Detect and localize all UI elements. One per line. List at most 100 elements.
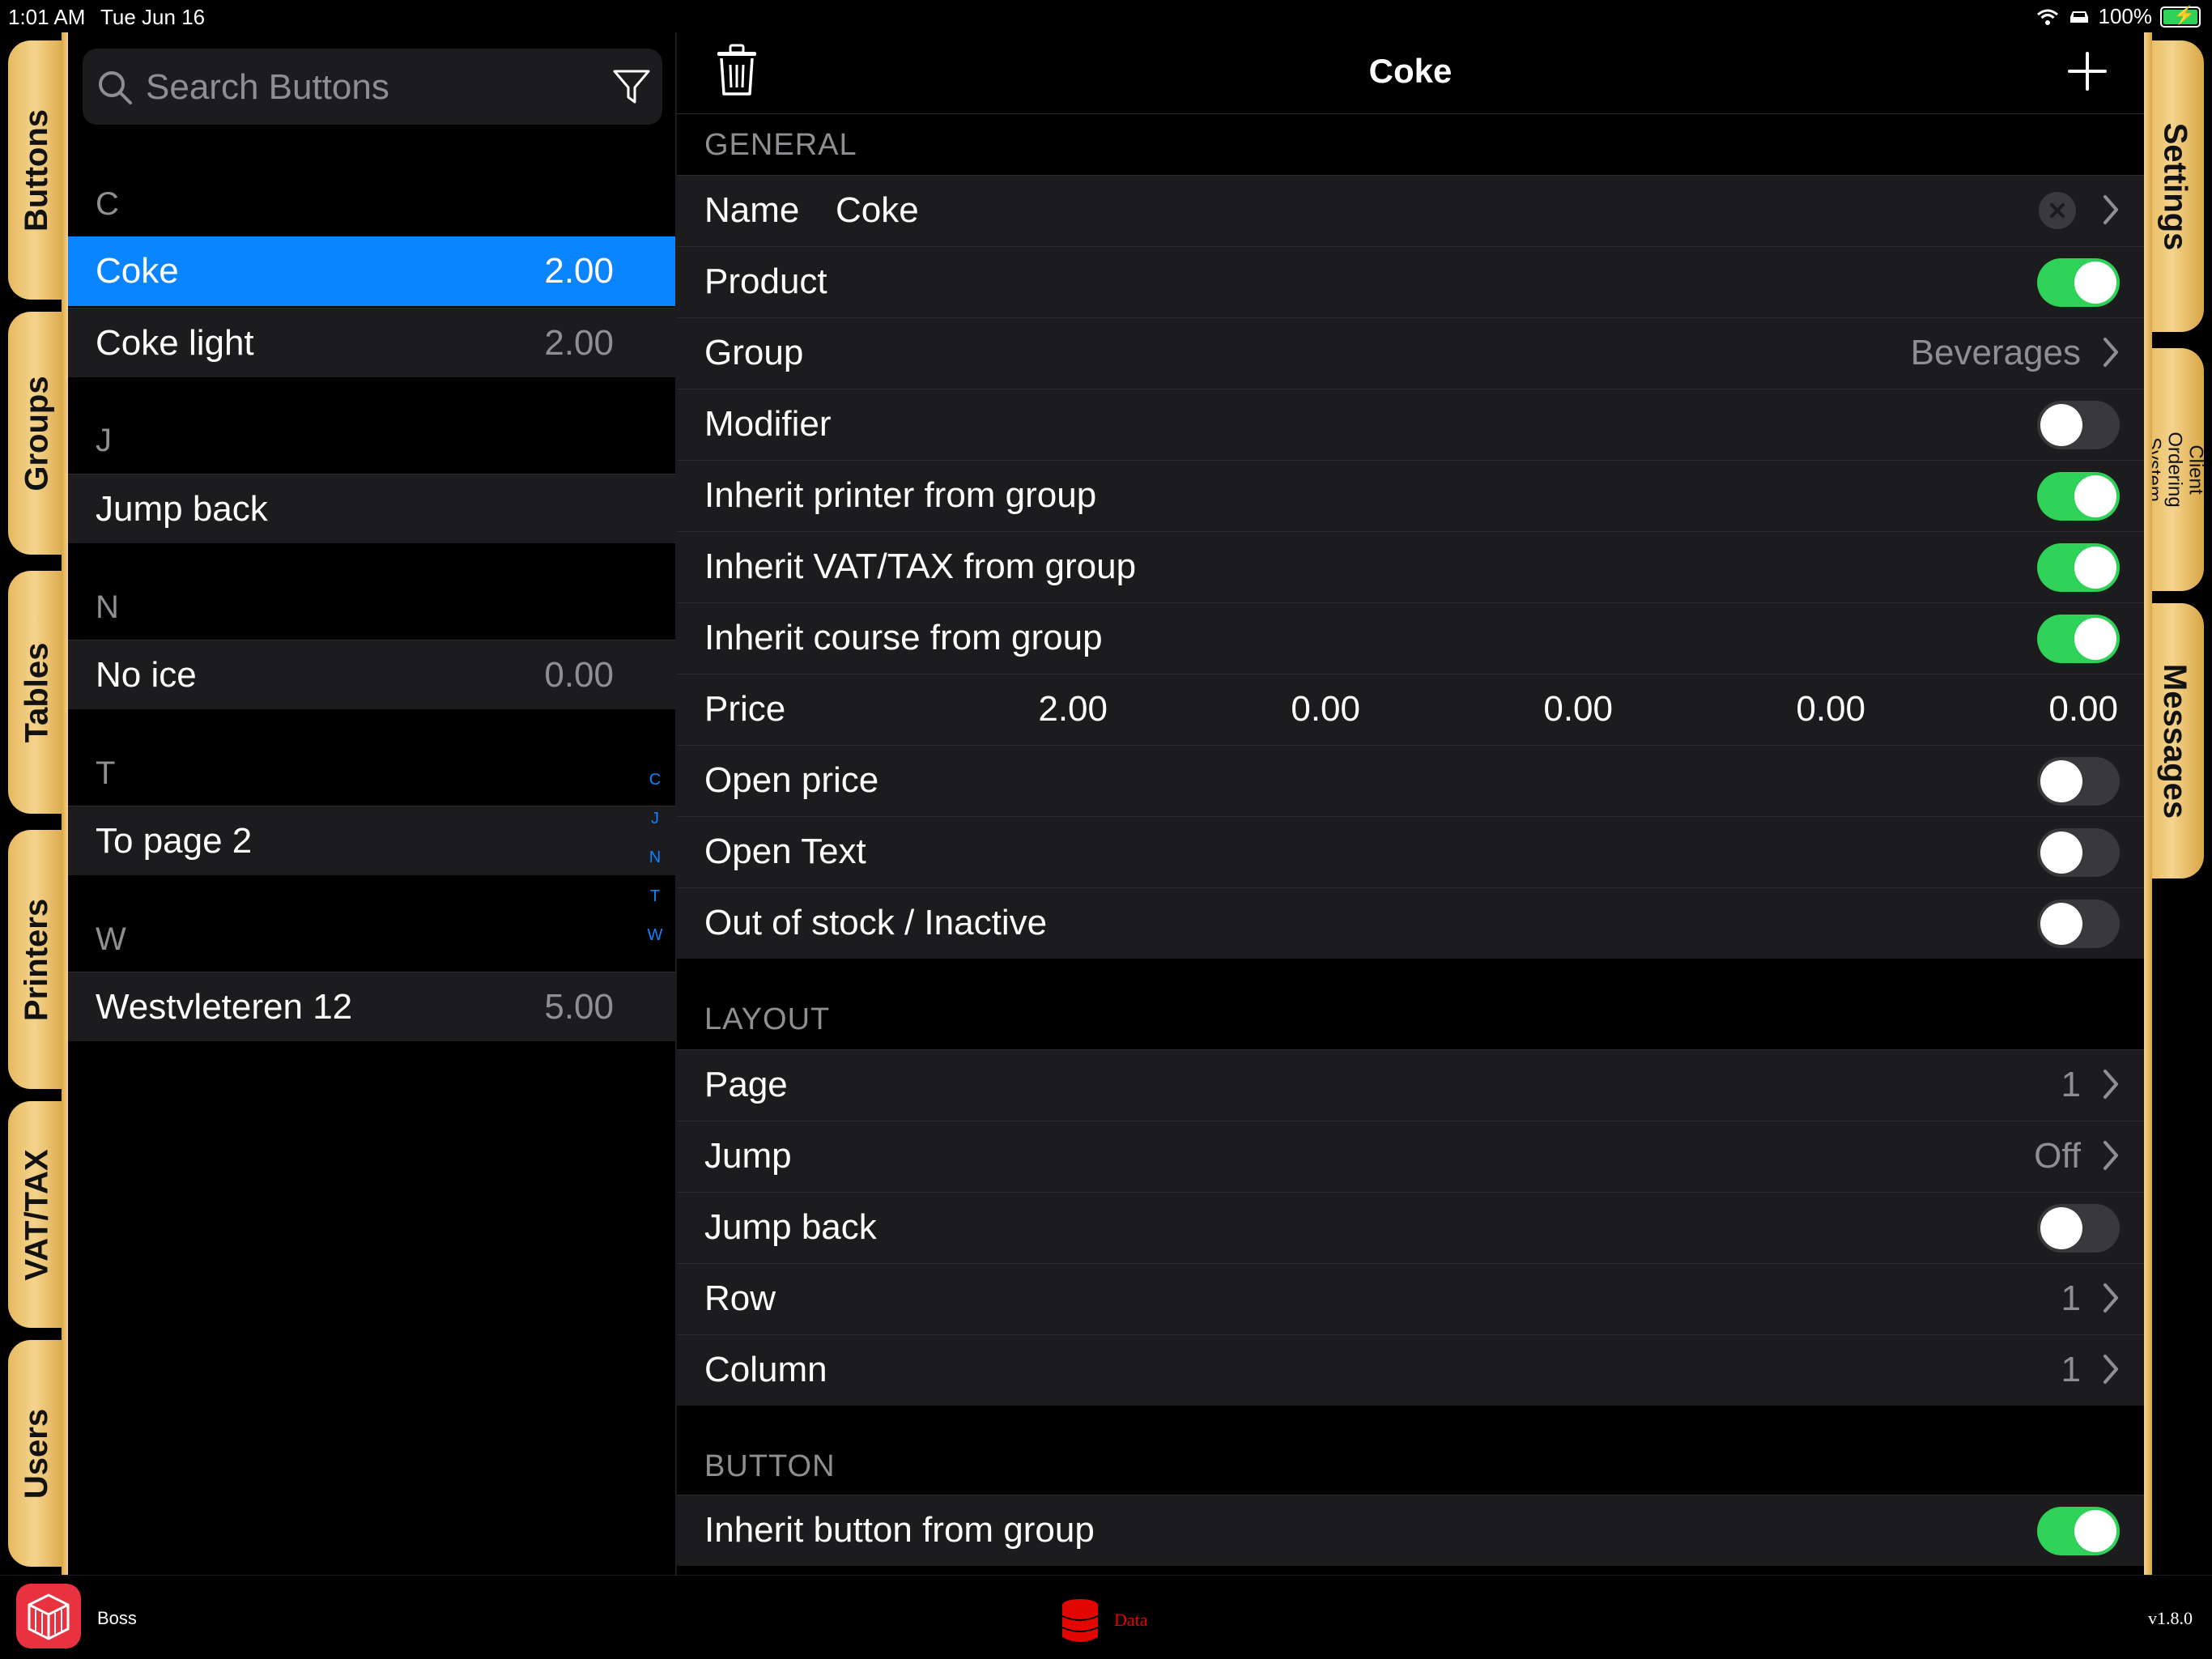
status-right: 100% ⚡ [2035, 4, 2201, 29]
list-item[interactable]: Coke 2.00 [68, 236, 675, 306]
page-label: Page [704, 1065, 788, 1104]
bottom-bar: Boss Data v1.8.0 [0, 1575, 2212, 1659]
out-of-stock-toggle[interactable] [2037, 900, 2120, 948]
jump-row[interactable]: Jump Off [677, 1121, 2144, 1192]
right-tab-edge [2144, 32, 2152, 1575]
index-letter-n[interactable]: N [643, 849, 667, 867]
column-value: 1 [2061, 1350, 2081, 1389]
inherit-button-label: Inherit button from group [704, 1510, 1095, 1550]
index-letter-t[interactable]: T [643, 887, 667, 906]
row-row[interactable]: Row 1 [677, 1263, 2144, 1334]
tab-messages[interactable]: Messages [2146, 603, 2204, 878]
list-item[interactable]: No ice 0.00 [68, 640, 675, 709]
page-row[interactable]: Page 1 [677, 1049, 2144, 1121]
button-list-panel: C Coke 2.00 Coke light 2.00 J Jump back … [68, 32, 675, 1575]
open-price-label: Open price [704, 760, 879, 800]
data-label[interactable]: Data [1114, 1610, 1148, 1631]
page-value: 1 [2061, 1065, 2081, 1104]
price-field-5[interactable]: 0.00 [1989, 689, 2118, 730]
price-field-4[interactable]: 0.00 [1736, 689, 1865, 730]
list-item-label: Coke [96, 251, 179, 291]
right-tab-bar: Settings Client Ordering System Messages [2143, 32, 2212, 1575]
tab-settings[interactable]: Settings [2146, 40, 2204, 332]
list-item-label: No ice [96, 655, 197, 695]
product-label: Product [704, 262, 827, 301]
tab-buttons[interactable]: Buttons [8, 40, 66, 300]
inherit-course-row: Inherit course from group [677, 602, 2144, 674]
section-header-general: GENERAL [704, 128, 857, 162]
inherit-printer-toggle[interactable] [2037, 472, 2120, 521]
tab-client-ordering-system[interactable]: Client Ordering System [2143, 348, 2207, 591]
open-price-toggle[interactable] [2037, 757, 2120, 806]
inherit-printer-row: Inherit printer from group [677, 460, 2144, 531]
price-field-3[interactable]: 0.00 [1483, 689, 1613, 730]
group-row[interactable]: Group Beverages [677, 317, 2144, 389]
jump-back-toggle[interactable] [2037, 1204, 2120, 1253]
column-row[interactable]: Column 1 [677, 1334, 2144, 1406]
jump-back-label: Jump back [704, 1207, 877, 1247]
list-item[interactable]: Westvleteren 12 5.00 [68, 972, 675, 1041]
inherit-button-row: Inherit button from group [677, 1495, 2144, 1566]
list-item-price: 0.00 [544, 655, 614, 695]
wifi-icon [2036, 9, 2058, 25]
list-item[interactable]: To page 2 [68, 806, 675, 875]
list-item-label: To page 2 [96, 821, 253, 861]
tab-tables[interactable]: Tables [8, 571, 66, 814]
section-header-c: C [96, 186, 119, 222]
database-icon[interactable] [1061, 1598, 1100, 1644]
modifier-toggle[interactable] [2037, 401, 2120, 449]
list-item[interactable]: Jump back [68, 474, 675, 543]
filter-icon[interactable] [610, 66, 653, 108]
list-item-label: Jump back [96, 489, 268, 529]
name-value[interactable]: Coke [836, 190, 919, 231]
product-row: Product [677, 246, 2144, 317]
out-of-stock-label: Out of stock / Inactive [704, 903, 1048, 942]
index-letter-w[interactable]: W [643, 926, 667, 945]
group-value: Beverages [1910, 333, 2081, 372]
open-text-row: Open Text [677, 816, 2144, 887]
chevron-right-icon [2104, 338, 2118, 367]
row-value: 1 [2061, 1278, 2081, 1318]
product-toggle[interactable] [2037, 258, 2120, 307]
section-header-j: J [96, 423, 112, 458]
group-label: Group [704, 333, 804, 372]
out-of-stock-row: Out of stock / Inactive [677, 887, 2144, 959]
user-label: Boss [97, 1608, 137, 1628]
tab-groups[interactable]: Groups [8, 312, 66, 555]
inherit-course-label: Inherit course from group [704, 618, 1103, 657]
add-icon[interactable] [2066, 50, 2108, 92]
tab-users[interactable]: Users [8, 1340, 66, 1567]
clear-icon[interactable] [2039, 192, 2076, 229]
section-header-t: T [96, 755, 116, 791]
inherit-course-toggle[interactable] [2037, 615, 2120, 663]
index-letter-c[interactable]: C [643, 771, 667, 789]
chevron-right-icon [2104, 1070, 2118, 1099]
open-text-label: Open Text [704, 832, 866, 871]
chevron-right-icon [2104, 1283, 2118, 1312]
inherit-vat-row: Inherit VAT/TAX from group [677, 531, 2144, 602]
page-title: Coke [1368, 52, 1453, 90]
chevron-right-icon [2104, 1355, 2118, 1384]
section-header-n: N [96, 589, 119, 625]
inherit-printer-label: Inherit printer from group [704, 475, 1097, 515]
tab-printers[interactable]: Printers [8, 830, 66, 1089]
battery-percent: 100% [2098, 4, 2153, 28]
chevron-right-icon [2104, 195, 2118, 224]
inherit-button-toggle[interactable] [2037, 1507, 2120, 1555]
detail-panel: Coke GENERAL Name Coke Product Group Bev… [677, 32, 2144, 1575]
inherit-vat-toggle[interactable] [2037, 543, 2120, 592]
modifier-label: Modifier [704, 404, 832, 444]
index-letter-j[interactable]: J [643, 810, 667, 828]
search-input[interactable] [144, 66, 585, 108]
section-header-w: W [96, 921, 126, 957]
price-field-1[interactable]: 2.00 [978, 689, 1108, 730]
tab-vat-tax[interactable]: VAT/TAX [8, 1101, 66, 1328]
list-item[interactable]: Coke light 2.00 [68, 308, 675, 377]
price-field-2[interactable]: 0.00 [1231, 689, 1360, 730]
app-logo-icon[interactable] [16, 1584, 81, 1648]
section-header-layout: LAYOUT [704, 1002, 831, 1036]
left-tab-bar: Buttons Groups Tables Printers VAT/TAX U… [0, 32, 68, 1575]
name-row[interactable]: Name Coke [677, 175, 2144, 246]
price-label: Price [704, 689, 786, 729]
open-text-toggle[interactable] [2037, 828, 2120, 877]
